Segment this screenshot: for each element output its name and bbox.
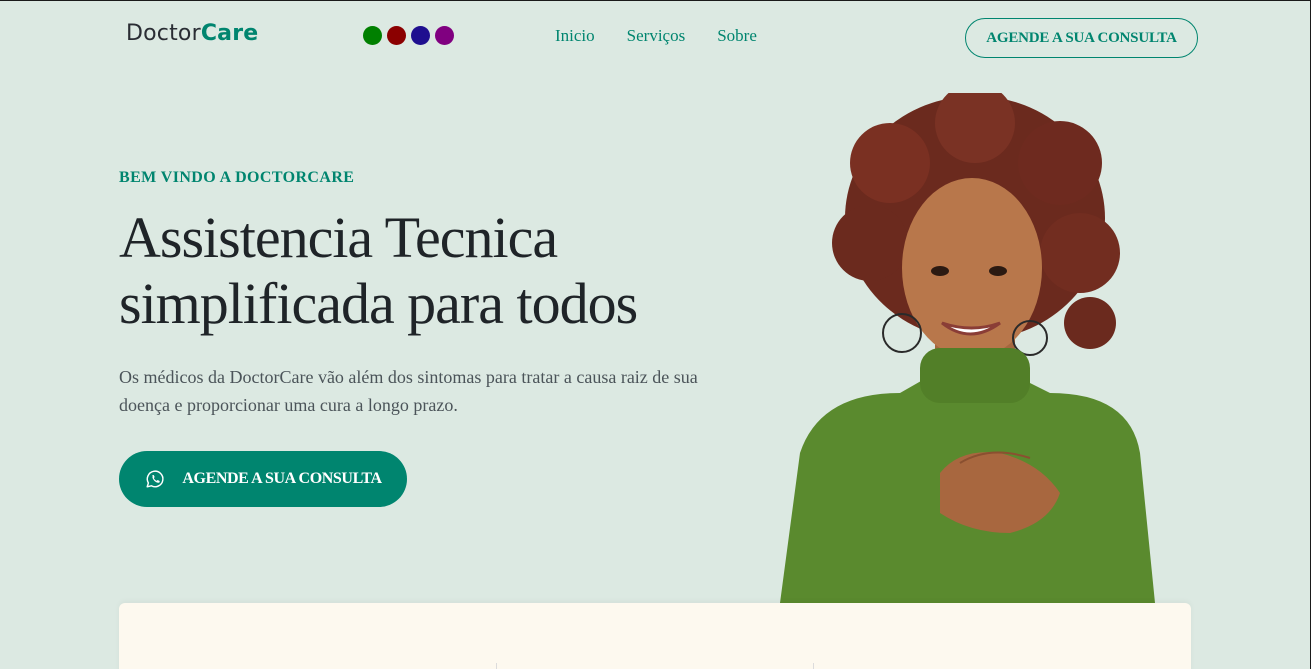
site-header: DoctorCare Inicio Serviços Sobre AGENDE …	[0, 1, 1311, 73]
main-nav: Inicio Serviços Sobre	[555, 26, 757, 46]
hero-schedule-button[interactable]: AGENDE A SUA CONSULTA	[119, 451, 407, 507]
hero-description: Os médicos da DoctorCare vão além dos si…	[119, 367, 698, 415]
hero-eyebrow: BEM VINDO A DOCTORCARE	[119, 169, 355, 186]
color-swatch-green[interactable]	[363, 26, 382, 45]
color-swatch-red[interactable]	[387, 26, 406, 45]
logo-text-doctor: Doctor	[126, 21, 201, 46]
nav-link-servicos[interactable]: Serviços	[627, 26, 686, 46]
header-schedule-button[interactable]: AGENDE A SUA CONSULTA	[965, 18, 1198, 58]
color-swatch-purple[interactable]	[435, 26, 454, 45]
nav-link-inicio[interactable]: Inicio	[555, 26, 595, 46]
logo-text-care: Care	[200, 21, 259, 46]
nav-link-sobre[interactable]: Sobre	[717, 26, 757, 46]
card-divider	[813, 663, 814, 669]
logo[interactable]: DoctorCare	[126, 21, 258, 46]
hero-title: Assistencia Tecnica simplificada para to…	[119, 205, 739, 337]
card-divider	[496, 663, 497, 669]
hero-schedule-label: AGENDE A SUA CONSULTA	[182, 470, 382, 487]
whatsapp-icon	[146, 470, 164, 488]
hero-section: BEM VINDO A DOCTORCARE Assistencia Tecni…	[119, 169, 739, 507]
hero-title-line-2: simplificada para todos	[119, 271, 638, 336]
hero-title-line-1: Assistencia Tecnica	[119, 205, 558, 270]
theme-color-swatches	[363, 26, 454, 45]
color-swatch-blue[interactable]	[411, 26, 430, 45]
hero-portrait-image	[780, 93, 1155, 603]
info-card	[119, 603, 1191, 669]
